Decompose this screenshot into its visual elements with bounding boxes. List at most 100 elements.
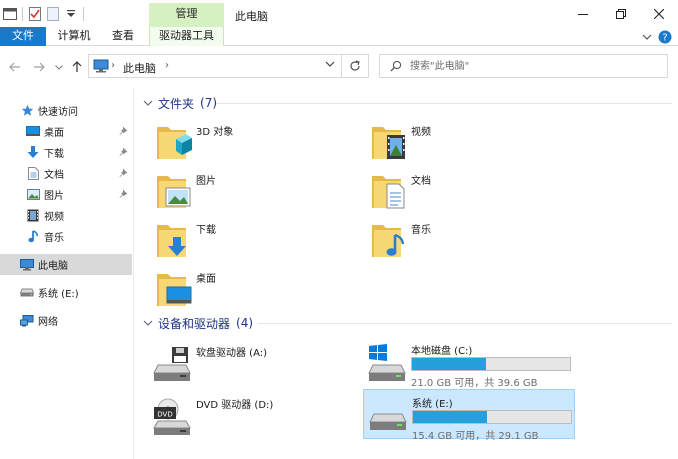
minimize-icon (578, 13, 588, 15)
pin-icon[interactable] (119, 189, 128, 199)
up-button[interactable] (68, 58, 86, 76)
help-button[interactable]: ? (656, 28, 674, 45)
group-count: (4) (236, 316, 254, 330)
group-header-folders[interactable]: 文件夹 (7) (142, 94, 217, 112)
properties-icon[interactable] (27, 6, 43, 22)
expand-ribbon-button[interactable] (638, 28, 656, 45)
document-icon (26, 167, 40, 181)
computer-icon (20, 258, 34, 272)
picture-icon (26, 188, 40, 202)
nav-item-system-drive[interactable]: 系统 (E:) (0, 282, 132, 303)
folder-pictures[interactable]: 图片 (156, 170, 356, 214)
desktop-folder-icon (157, 274, 192, 306)
nav-item-documents[interactable]: 文档 (0, 163, 132, 184)
drive-usage-bar (411, 357, 571, 371)
nav-label: 音乐 (44, 233, 64, 244)
search-box[interactable] (379, 54, 668, 78)
address-history-dropdown[interactable] (325, 60, 335, 70)
drive-local-c[interactable]: 本地磁盘 (C:) 21.0 GB 可用，共 39.6 GB (363, 337, 575, 389)
svg-text:?: ? (662, 32, 667, 43)
group-divider (258, 323, 672, 324)
customize-toolbar-icon[interactable] (63, 6, 79, 22)
toolbar-separator (83, 7, 84, 21)
tab-file[interactable]: 文件 (0, 27, 46, 46)
document-folder-icon (372, 176, 405, 209)
folder-name: 3D 对象 (196, 127, 234, 138)
folder-desktop[interactable]: 桌面 (156, 268, 356, 312)
star-icon (20, 104, 34, 118)
nav-item-this-pc[interactable]: 此电脑 (0, 254, 132, 275)
arrow-right-icon (34, 62, 45, 72)
pin-icon[interactable] (119, 168, 128, 178)
nav-item-network[interactable]: 网络 (0, 310, 132, 331)
music-folder-icon (372, 225, 405, 257)
nav-label: 图片 (44, 191, 64, 202)
close-icon (654, 8, 664, 19)
nav-label: 网络 (38, 317, 58, 328)
chevron-down-icon (143, 100, 153, 106)
tab-drive-tools[interactable]: 驱动器工具 (149, 27, 224, 46)
drive-usage-fill (413, 411, 488, 423)
drive-name: 系统 (E:) (412, 399, 453, 410)
drive-system-e[interactable]: 系统 (E:) 15.4 GB 可用，共 29.1 GB (363, 389, 575, 442)
restore-button[interactable] (602, 0, 640, 27)
close-button[interactable] (640, 0, 678, 27)
3d-objects-folder-icon (157, 127, 192, 159)
group-header-devices[interactable]: 设备和驱动器 (4) (142, 314, 253, 332)
breadcrumb-this-pc[interactable]: 此电脑 (123, 60, 156, 76)
nav-item-downloads[interactable]: 下载 (0, 142, 132, 163)
folder-videos[interactable]: 视频 (371, 121, 571, 165)
drive-floppy-a[interactable]: 软盘驱动器 (A:) (148, 339, 360, 389)
folder-name: 下载 (196, 225, 216, 236)
group-label: 设备和驱动器 (158, 316, 231, 331)
drive-space-text: 21.0 GB 可用，共 39.6 GB (411, 378, 538, 389)
back-button[interactable] (6, 58, 24, 76)
nav-item-music[interactable]: 音乐 (0, 226, 132, 247)
navigation-pane: 快速访问 桌面 下载 文档 图片 视频 音乐 此电脑 系统 (E:) 网络 (0, 88, 134, 459)
minimize-button[interactable] (564, 0, 602, 27)
tab-computer[interactable]: 计算机 (52, 27, 96, 46)
title-bar: 管理 此电脑 (0, 0, 678, 27)
chevron-down-icon (55, 64, 63, 70)
content-pane: 文件夹 (7) 3D 对象 视频 图片 文档 下载 音乐 桌面 设备和驱动器 (… (136, 88, 678, 459)
nav-label: 下载 (44, 149, 64, 160)
chevron-down-icon (143, 320, 153, 326)
search-input[interactable] (410, 58, 660, 74)
context-tab-manage: 管理 (149, 3, 224, 27)
nav-quick-access[interactable]: 快速访问 (0, 100, 132, 121)
drive-name: 本地磁盘 (C:) (411, 346, 473, 357)
nav-item-videos[interactable]: 视频 (0, 205, 132, 226)
breadcrumb-separator[interactable]: › (165, 60, 169, 71)
drive-name: DVD 驱动器 (D:) (196, 400, 274, 411)
chevron-down-icon (642, 34, 652, 40)
nav-label: 系统 (E:) (38, 289, 79, 300)
folder-documents[interactable]: 文档 (371, 170, 571, 214)
drive-usage-bar (412, 410, 572, 424)
address-row: › 此电脑 › (0, 46, 678, 88)
pin-icon[interactable] (119, 147, 128, 157)
folder-3d-objects[interactable]: 3D 对象 (156, 121, 356, 165)
forward-button[interactable] (30, 58, 48, 76)
breadcrumb-separator[interactable]: › (111, 60, 115, 71)
folder-name: 图片 (196, 176, 216, 187)
address-bar[interactable]: › 此电脑 › (88, 54, 342, 78)
window-title: 此电脑 (235, 10, 268, 23)
folder-downloads[interactable]: 下载 (156, 219, 356, 263)
music-note-icon (26, 230, 40, 244)
video-icon (26, 209, 40, 223)
tab-view[interactable]: 查看 (104, 27, 142, 46)
refresh-button[interactable] (342, 54, 369, 78)
folder-music[interactable]: 音乐 (371, 219, 571, 263)
picture-folder-icon (157, 176, 191, 208)
toolbar-separator (22, 7, 23, 21)
nav-item-desktop[interactable]: 桌面 (0, 121, 132, 142)
recent-locations-button[interactable] (50, 58, 68, 76)
ribbon-controls: ? (638, 28, 674, 45)
folder-name: 视频 (411, 127, 431, 138)
explorer-window-icon[interactable] (2, 6, 18, 22)
nav-item-pictures[interactable]: 图片 (0, 184, 132, 205)
new-folder-icon[interactable] (45, 6, 61, 22)
computer-icon (93, 59, 109, 73)
pin-icon[interactable] (119, 126, 128, 136)
drive-dvd-d[interactable]: DVD DVD 驱动器 (D:) (148, 391, 360, 441)
